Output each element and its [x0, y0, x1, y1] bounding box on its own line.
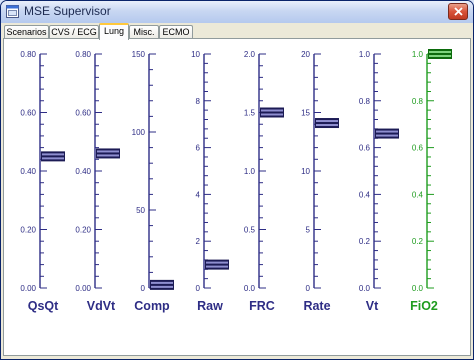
tab-cvs-ecg[interactable]: CVS / ECG: [49, 25, 99, 38]
tick-label: 0.4: [412, 190, 424, 199]
tick-label: 0.0: [244, 284, 256, 293]
tick-label: 0.40: [75, 167, 91, 176]
gauge-comp[interactable]: 150 100 50 0 Comp: [132, 50, 174, 313]
gauge-vdvt[interactable]: 0.80 0.60 0.40 0.20 0.00 VdVt: [75, 50, 120, 313]
gauge-label-vt: Vt: [366, 299, 379, 313]
gauge-label-fio2: FiO2: [410, 299, 438, 313]
gauge-vt[interactable]: 1.0 0.8 0.6 0.4 0.2 0.0 Vt: [359, 50, 399, 313]
tick-label: 1.0: [244, 167, 256, 176]
tick-label: 0.4: [359, 190, 371, 199]
tab-ecmo[interactable]: ECMO: [159, 25, 193, 38]
gauge-label-vdvt: VdVt: [87, 299, 116, 313]
tick-label: 0.60: [75, 109, 91, 118]
tick-label: 0.6: [412, 144, 424, 153]
tick-label: 2: [196, 237, 201, 246]
tick-label: 0.60: [20, 109, 36, 118]
tick-label: 1.5: [244, 109, 256, 118]
tick-label: 6: [196, 144, 201, 153]
gauge-label-frc: FRC: [249, 299, 275, 313]
slider-thumb-rate[interactable]: [315, 118, 339, 129]
tick-label: 0: [196, 284, 201, 293]
tick-label: 10: [191, 50, 200, 59]
tick-label: 0.80: [20, 50, 36, 59]
gauge-fio2[interactable]: 1.0 0.8 0.6 0.4 0.2 0.0 FiO2: [410, 49, 452, 313]
tab-strip: Scenarios CVS / ECG Lung Misc. ECMO: [1, 23, 473, 40]
gauge-frc[interactable]: 2.0 1.5 1.0 0.5 0.0 FRC: [244, 50, 284, 313]
tick-label: 4: [196, 190, 201, 199]
gauge-qsqt[interactable]: 0.80 0.60 0.40 0.20 0.00 QsQt: [20, 50, 65, 313]
window-title: MSE Supervisor: [24, 4, 111, 18]
gauge-label-comp: Comp: [134, 299, 170, 313]
tick-label: 0.40: [20, 167, 36, 176]
tick-label: 2.0: [244, 50, 256, 59]
tick-label: 5: [306, 226, 311, 235]
slider-thumb-qsqt[interactable]: [41, 151, 65, 162]
tick-label: 0.6: [359, 144, 371, 153]
slider-thumb-comp[interactable]: [150, 279, 174, 290]
tick-label: 0.00: [20, 284, 36, 293]
title-bar[interactable]: MSE Supervisor: [1, 1, 473, 23]
gauge-label-qsqt: QsQt: [28, 299, 59, 313]
tick-label: 0.2: [359, 237, 371, 246]
lung-panel: 0.80 0.60 0.40 0.20 0.00 QsQt 0.80 0.60 0.40 0.20…: [3, 38, 471, 356]
gauge-label-rate: Rate: [303, 299, 330, 313]
slider-thumb-vdvt[interactable]: [96, 148, 120, 159]
tick-label: 0.2: [412, 237, 424, 246]
tick-label: 50: [136, 206, 145, 215]
app-window: MSE Supervisor Scenarios CVS / ECG Lung …: [0, 0, 474, 360]
gauge-raw[interactable]: 10 8 6 4 2 0 Raw: [191, 50, 229, 313]
tick-label: 0.0: [359, 284, 371, 293]
tick-label: 0.8: [412, 97, 424, 106]
tick-label: 1.0: [412, 50, 424, 59]
tick-label: 1.0: [359, 50, 371, 59]
tick-label: 150: [132, 50, 146, 59]
gauge-rate[interactable]: 20 15 10 5 0 Rate: [301, 50, 339, 313]
tick-label: 0.0: [412, 284, 424, 293]
tick-label: 0: [306, 284, 311, 293]
tick-label: 0.20: [75, 226, 91, 235]
tick-label: 0.8: [359, 97, 371, 106]
tick-label: 100: [132, 128, 146, 137]
slider-thumb-raw[interactable]: [205, 259, 229, 270]
tick-label: 20: [301, 50, 310, 59]
tick-label: 0.20: [20, 226, 36, 235]
slider-thumb-vt[interactable]: [375, 128, 399, 139]
tick-label: 15: [301, 109, 310, 118]
tick-label: 0: [141, 284, 146, 293]
slider-thumb-frc[interactable]: [260, 107, 284, 118]
gauge-label-raw: Raw: [197, 299, 223, 313]
tick-label: 0.80: [75, 50, 91, 59]
tab-misc[interactable]: Misc.: [129, 25, 159, 38]
gauge-panel: 0.800.600.400.200.00QsQt0.800.600.400.20…: [20, 49, 452, 313]
slider-thumb-fio2[interactable]: [428, 49, 452, 59]
tick-label: 0.00: [75, 284, 91, 293]
tick-label: 0.5: [244, 226, 256, 235]
tick-label: 8: [196, 97, 201, 106]
app-window-icon: [6, 5, 19, 18]
tab-scenarios[interactable]: Scenarios: [4, 25, 49, 38]
close-button[interactable]: [448, 3, 468, 20]
tick-label: 10: [301, 167, 310, 176]
tab-lung[interactable]: Lung: [99, 23, 129, 40]
